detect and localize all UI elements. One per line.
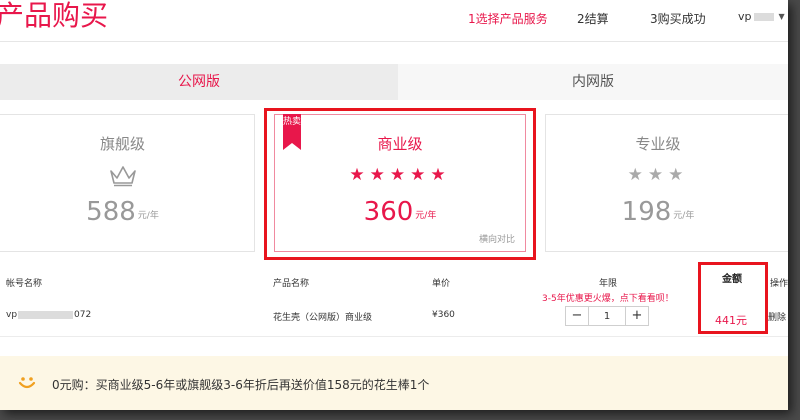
notice-text: 0元购：买商业级5-6年或旗舰级3-6年折后再送价值158元的花生棒1个 [52,378,430,392]
price-unit: 元/年 [137,211,159,221]
user-menu[interactable]: vp ▼ [738,10,785,23]
tab-intranet-edition[interactable]: 内网版 [398,64,788,100]
promo-notice: 0元购：买商业级5-6年或旗舰级3-6年折后再送价值158元的花生棒1个 [0,356,788,410]
purchase-steps: 1选择产品服务 2结算 3购买成功 [0,10,788,28]
plan-name: 旗舰级 [99,135,145,153]
username-redacted [753,12,774,21]
product-purchase-page: 产品购买 1选择产品服务 2结算 3购买成功 vp ▼ 公网版 内网版 旗舰级 … [0,0,788,410]
header-operation: 操作 [770,279,788,289]
account-name: vp 072 [6,310,92,320]
crown-icon [109,166,136,187]
quantity-input[interactable] [588,307,626,325]
header: 产品购买 1选择产品服务 2结算 3购买成功 vp ▼ [0,0,788,42]
delete-link[interactable]: 删除 [768,310,786,323]
highlight-box-business [264,108,536,260]
step-select-product: 1选择产品服务 [468,12,548,26]
decrease-button[interactable]: − [566,307,588,325]
plan-card-pro[interactable]: 专业级 ★★★ 198 元/年 [545,114,788,252]
table-divider [0,336,788,337]
price-unit: 元/年 [673,211,695,221]
plan-price: 198 元/年 [621,197,695,227]
tab-public-edition[interactable]: 公网版 [0,64,398,100]
account-redacted [18,310,74,319]
increase-button[interactable]: + [626,307,648,325]
plan-card-flagship[interactable]: 旗舰级 588 元/年 [0,114,255,252]
plan-name: 专业级 [635,135,681,153]
quantity-stepper: − + [565,306,649,326]
header-term: 年限 [599,279,618,289]
step-success: 3购买成功 [650,12,706,26]
username-prefix: vp [738,10,752,23]
star-rating-icon: ★★★ [627,165,689,185]
header-price: 单价 [432,279,451,289]
header-account: 帐号名称 [6,279,43,289]
edition-tabs: 公网版 内网版 [0,64,788,100]
order-table-header: 帐号名称 产品名称 单价 年限 [0,270,788,292]
order-row: vp 072 花生壳（公网版）商业级 ¥360 [0,300,788,330]
header-product: 产品名称 [273,279,310,289]
plan-price: 588 元/年 [86,197,159,227]
unit-price: ¥360 [432,310,455,320]
smile-icon [18,377,36,389]
chevron-down-icon: ▼ [778,12,785,21]
step-checkout: 2结算 [577,12,609,26]
highlight-box-total [698,262,768,334]
product-name: 花生壳（公网版）商业级 [273,313,373,323]
